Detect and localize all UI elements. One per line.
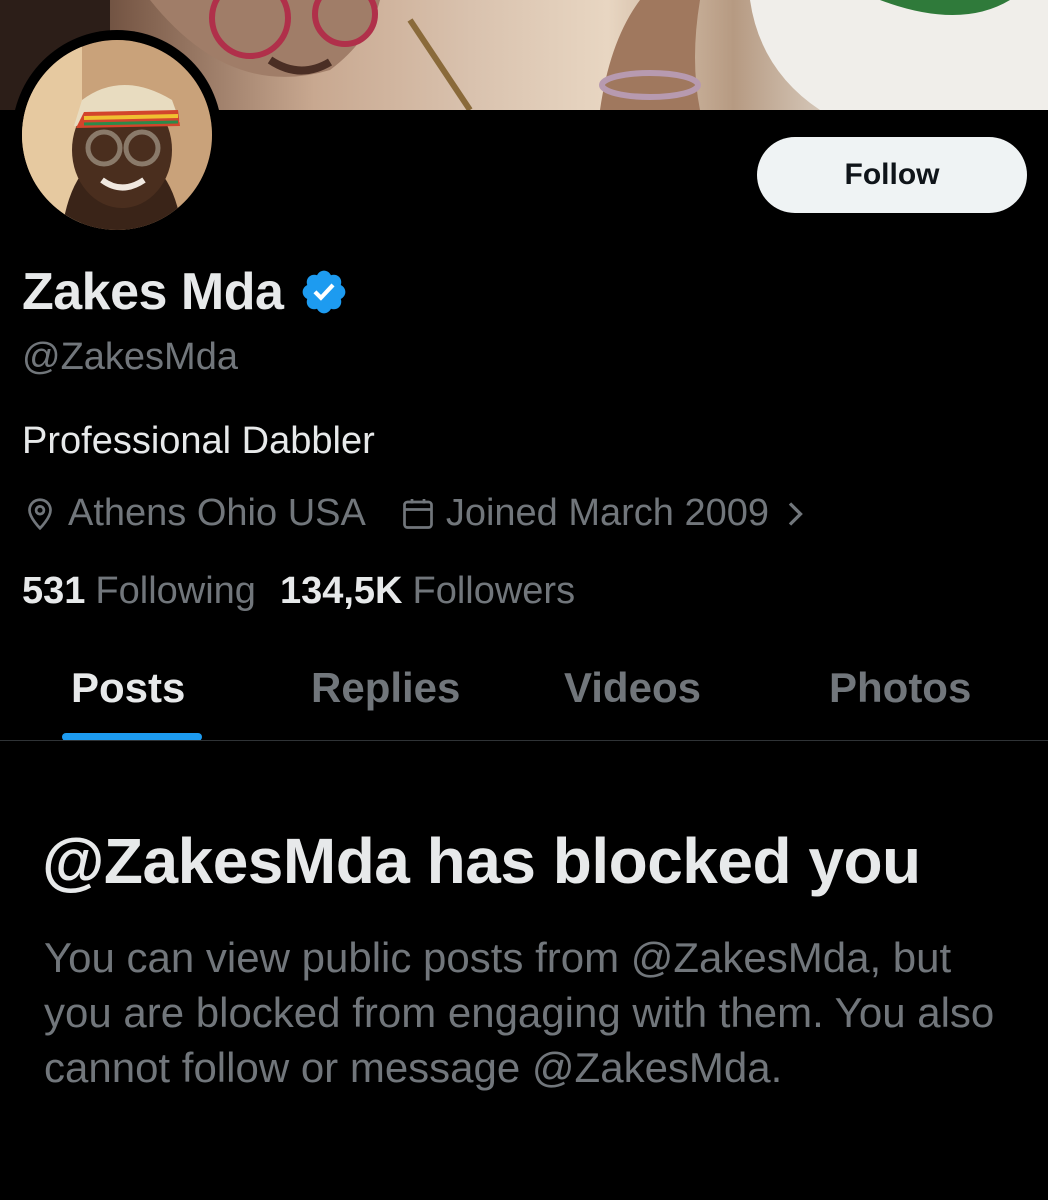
location-text: Athens Ohio USA	[68, 492, 366, 534]
followers-link[interactable]: 134,5K Followers	[280, 570, 575, 613]
display-name-row: Zakes Mda	[22, 262, 349, 322]
joined-date[interactable]: Joined March 2009	[400, 492, 821, 535]
location-pin-icon	[28, 497, 52, 530]
display-name: Zakes Mda	[22, 263, 284, 321]
profile-tabs: Posts Replies Videos Photos	[0, 640, 1048, 740]
tab-posts[interactable]: Posts	[71, 664, 185, 712]
followers-count: 134,5K	[279, 570, 403, 612]
tab-photos[interactable]: Photos	[829, 664, 971, 712]
follow-button[interactable]: Follow	[757, 137, 1027, 213]
chevron-right-icon	[788, 501, 803, 526]
calendar-icon	[402, 498, 433, 529]
joined-text: Joined March 2009	[445, 492, 770, 534]
following-count: 531	[22, 570, 86, 612]
following-label: Following	[95, 570, 256, 612]
blocked-title: @ZakesMda has blocked you	[42, 825, 921, 897]
avatar[interactable]	[22, 40, 212, 230]
location: Athens Ohio USA	[22, 492, 366, 535]
profile-bio: Professional Dabbler	[22, 420, 375, 462]
tab-videos[interactable]: Videos	[564, 664, 701, 712]
following-link[interactable]: 531 Following	[22, 570, 256, 613]
avatar-photo	[22, 40, 212, 230]
blocked-message: You can view public posts from @ZakesMda…	[44, 934, 995, 1091]
profile-handle: @ZakesMda	[22, 336, 238, 378]
tabs-divider	[0, 740, 1048, 741]
verified-badge-icon[interactable]	[299, 267, 349, 317]
profile-meta: Athens Ohio USA Joined March 2009	[22, 492, 821, 535]
followers-label: Followers	[412, 570, 576, 612]
follow-counts: 531 Following 134,5K Followers	[22, 570, 599, 613]
tab-replies[interactable]: Replies	[311, 664, 460, 712]
